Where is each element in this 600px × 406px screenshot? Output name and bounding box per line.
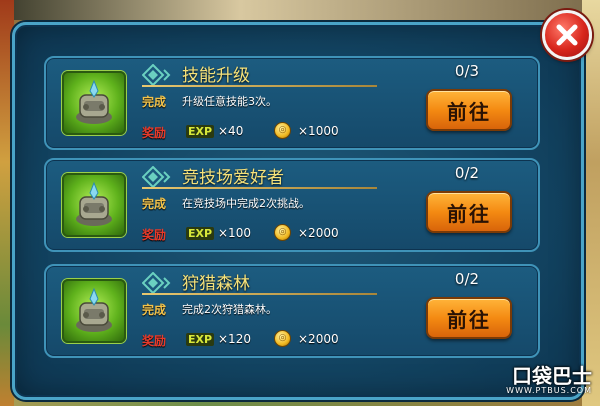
exp-icon: EXP: [186, 333, 215, 346]
gold-coin-icon: ◎: [274, 224, 291, 241]
gold-value: ×2000: [298, 226, 339, 240]
task-progress: 0/2: [454, 164, 480, 182]
complete-label: 完成: [142, 95, 167, 109]
totem-icon: [76, 287, 112, 332]
task-description: 在竞技场中完成2次挑战。: [182, 197, 310, 210]
watermark-url: WWW.PTBUS.COM: [506, 385, 592, 395]
close-icon: [556, 24, 578, 46]
task-progress: 0/2: [454, 270, 480, 288]
task-title: 竞技场爱好者: [182, 168, 284, 188]
gold-coin-icon: ◎: [274, 122, 291, 139]
reward-label: 奖励: [142, 228, 167, 242]
task-card: 技能升级 完成 升级任意技能3次。 奖励 EXP ×40 ◎ ×1000 0/3…: [44, 56, 540, 150]
site-watermark: 口袋巴士 WWW.PTBUS.COM: [474, 362, 592, 398]
task-title: 狩猎森林: [182, 274, 250, 294]
complete-label: 完成: [142, 303, 167, 317]
task-icon: [62, 279, 126, 343]
totem-icon: [76, 79, 112, 124]
exp-value: ×120: [218, 332, 251, 346]
task-card: 竞技场爱好者 完成 在竞技场中完成2次挑战。 奖励 EXP ×100 ◎ ×20…: [44, 158, 540, 252]
complete-label: 完成: [142, 197, 167, 211]
task-icon: [62, 71, 126, 135]
title-underline: [142, 85, 377, 87]
task-progress: 0/3: [454, 62, 480, 80]
reward-label: 奖励: [142, 334, 167, 348]
close-button[interactable]: [542, 10, 592, 60]
go-button[interactable]: 前往: [426, 191, 512, 233]
diamond-icon: [142, 64, 171, 86]
gold-value: ×2000: [298, 332, 339, 346]
go-button[interactable]: 前往: [426, 89, 512, 131]
gold-coin-icon: ◎: [274, 330, 291, 347]
task-description: 升级任意技能3次。: [182, 95, 277, 108]
watermark-logo: 口袋巴士: [512, 363, 592, 388]
exp-value: ×100: [218, 226, 251, 240]
title-underline: [142, 293, 377, 295]
go-button[interactable]: 前往: [426, 297, 512, 339]
totem-icon: [76, 181, 112, 226]
diamond-icon: [142, 166, 171, 188]
reward-label: 奖励: [142, 126, 167, 140]
diamond-icon: [142, 272, 171, 294]
exp-icon: EXP: [186, 125, 215, 138]
task-description: 完成2次狩猎森林。: [182, 303, 277, 316]
exp-icon: EXP: [186, 227, 215, 240]
task-card: 狩猎森林 完成 完成2次狩猎森林。 奖励 EXP ×120 ◎ ×2000 0/…: [44, 264, 540, 358]
task-title: 技能升级: [182, 66, 250, 86]
exp-value: ×40: [218, 124, 244, 138]
title-underline: [142, 187, 377, 189]
gold-value: ×1000: [298, 124, 339, 138]
background-top: [0, 0, 600, 20]
background-right: [582, 0, 600, 406]
task-icon: [62, 173, 126, 237]
